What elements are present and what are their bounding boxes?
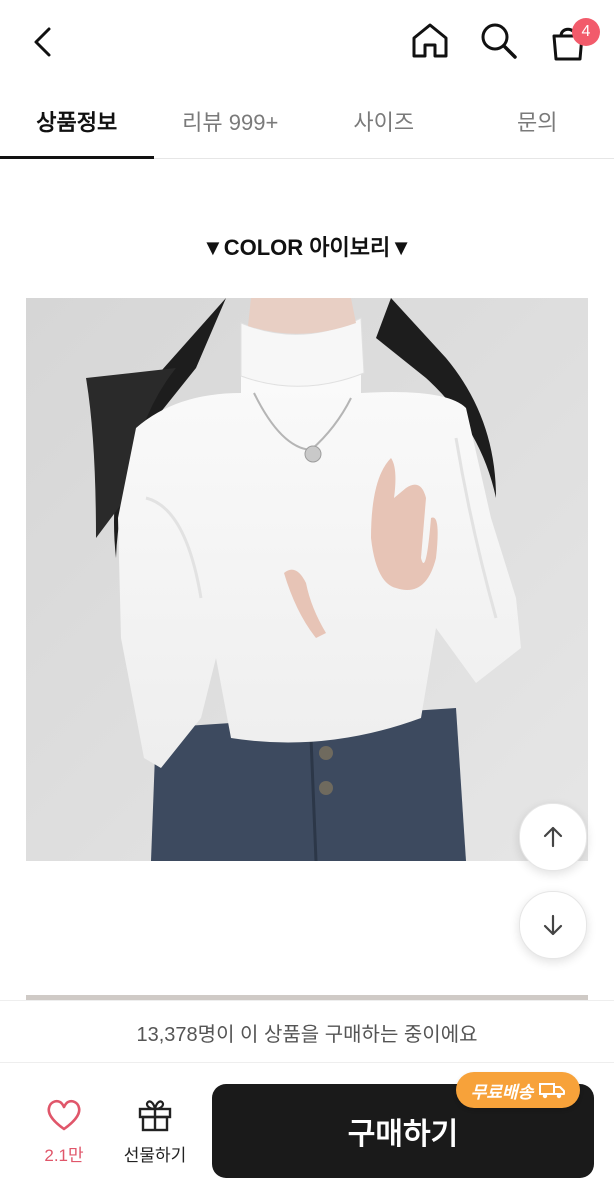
search-button[interactable] [474, 16, 522, 64]
purchase-activity-text: 13,378명이 이 상품을 구매하는 중이에요 [137, 1018, 478, 1047]
tab-size[interactable]: 사이즈 [307, 84, 461, 158]
heart-icon [46, 1098, 82, 1132]
gift-label: 선물하기 [116, 1141, 194, 1166]
purchase-activity-notice: 13,378명이 이 상품을 구매하는 중이에요 [0, 1000, 614, 1063]
delivery-truck-icon [539, 1081, 565, 1099]
like-button[interactable]: 2.1만 [28, 1098, 100, 1168]
color-heading: ▼COLOR 아이보리▼ [0, 230, 614, 262]
tab-product-info[interactable]: 상품정보 [0, 84, 154, 158]
search-icon [478, 20, 518, 60]
scroll-to-top-button[interactable] [519, 803, 587, 871]
gift-button[interactable]: 선물하기 [116, 1098, 194, 1168]
tab-inquiry[interactable]: 문의 [461, 84, 614, 158]
cart-count-badge: 4 [572, 18, 600, 46]
product-photo [26, 298, 588, 861]
arrow-up-icon [540, 824, 566, 850]
scroll-to-bottom-button[interactable] [519, 891, 587, 959]
free-shipping-label: 무료배송 [471, 1078, 534, 1103]
free-shipping-badge: 무료배송 [456, 1072, 580, 1108]
home-button[interactable] [406, 16, 454, 64]
like-count: 2.1만 [28, 1141, 100, 1166]
chevron-left-icon [27, 25, 61, 59]
arrow-down-icon [540, 912, 566, 938]
back-button[interactable] [20, 18, 68, 66]
top-bar: 4 [0, 0, 614, 84]
section-tabs: 상품정보 리뷰 999+ 사이즈 문의 [0, 84, 614, 159]
tab-reviews[interactable]: 리뷰 999+ [154, 84, 308, 158]
gift-icon [137, 1098, 173, 1132]
home-icon [410, 20, 450, 60]
